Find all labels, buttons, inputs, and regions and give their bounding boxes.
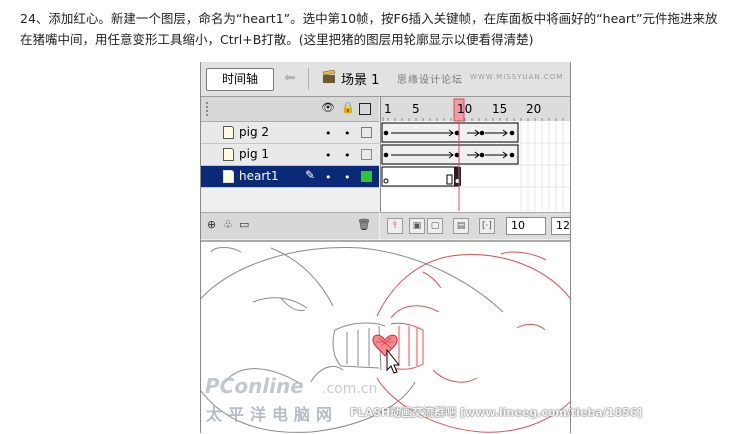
outline-square-icon[interactable] bbox=[361, 149, 372, 160]
add-guide-layer-icon[interactable]: ♧ bbox=[223, 218, 233, 231]
eye-icon[interactable]: 👁 bbox=[321, 101, 335, 114]
timeline-button[interactable]: 时间轴 bbox=[206, 68, 274, 91]
trash-icon[interactable]: 🗑 bbox=[357, 218, 371, 231]
frames-svg: 1 5 10 15 20 bbox=[381, 97, 570, 211]
layer-icon bbox=[223, 126, 234, 139]
layer-name: heart1 bbox=[239, 169, 279, 183]
onion-markers-icon[interactable]: [·] bbox=[479, 218, 495, 234]
lock-dot[interactable]: • bbox=[344, 127, 351, 140]
frame-number: 15 bbox=[492, 102, 507, 116]
pconline-cn-watermark: 太平洋电脑网 bbox=[206, 405, 339, 424]
heart-shape[interactable] bbox=[372, 334, 398, 357]
scene-clapper-icon bbox=[322, 70, 336, 83]
lock-icon[interactable]: 🔒 bbox=[341, 101, 355, 114]
outline-square-icon[interactable] bbox=[361, 127, 372, 138]
toolbar-divider bbox=[308, 68, 309, 90]
edit-multiple-frames-icon[interactable]: ▤ bbox=[453, 218, 469, 234]
onion-outline-icon[interactable]: ▢ bbox=[427, 218, 443, 234]
frame-number: 5 bbox=[412, 102, 420, 116]
frame-rate-field: 12 bbox=[551, 217, 570, 235]
visibility-dot[interactable]: • bbox=[325, 171, 332, 184]
layer-name: pig 1 bbox=[239, 147, 270, 161]
layer-footer: ⊕ ♧ ▭ 🗑 bbox=[201, 212, 379, 239]
edit-bar: 时间轴 ⬅ 场景 1 思缘设计论坛 WWW.MISSYUAN.COM bbox=[201, 62, 570, 97]
layer-row-pig2[interactable]: pig 2 • • bbox=[201, 122, 379, 144]
layer-row-pig1[interactable]: pig 1 • • bbox=[201, 144, 379, 166]
forum-watermark: 思缘设计论坛 bbox=[397, 75, 463, 86]
pconline-domain-suffix: .com.cn bbox=[322, 381, 378, 397]
visibility-dot[interactable]: • bbox=[325, 149, 332, 162]
site-watermark: WWW.MISSYUAN.COM bbox=[470, 73, 564, 81]
visibility-dot[interactable]: • bbox=[325, 127, 332, 140]
layer-row-heart1[interactable]: heart1 ✎ • • bbox=[201, 166, 379, 188]
credit-watermark: FLASH动画交流群吧 [www.lineeg.com/tieba/1856] bbox=[350, 406, 643, 419]
outline-square-icon[interactable] bbox=[361, 171, 372, 182]
onion-skin-icon[interactable]: ▣ bbox=[409, 218, 425, 234]
frame-number: 10 bbox=[457, 102, 472, 116]
lock-dot[interactable]: • bbox=[344, 149, 351, 162]
add-folder-icon[interactable]: ▭ bbox=[239, 218, 249, 231]
add-layer-icon[interactable]: ⊕ bbox=[207, 218, 216, 231]
lock-dot[interactable]: • bbox=[344, 171, 351, 184]
frames-footer: ⫯ ▣ ▢ ▤ [·] 10 12 bbox=[380, 212, 570, 239]
layer-header: 👁 🔒 bbox=[201, 97, 379, 122]
scene-label[interactable]: 场景 1 bbox=[341, 69, 379, 88]
outline-toggle-icon[interactable] bbox=[359, 103, 371, 115]
grip-handle[interactable] bbox=[206, 102, 212, 116]
layer-icon bbox=[223, 148, 234, 161]
pencil-icon: ✎ bbox=[305, 168, 316, 182]
frame-number: 1 bbox=[384, 102, 392, 116]
frame-number: 20 bbox=[526, 102, 541, 116]
layer-name: pig 2 bbox=[239, 125, 270, 139]
mouse-cursor-icon bbox=[386, 348, 401, 374]
pconline-watermark-logo: PConline bbox=[205, 374, 304, 398]
current-frame-field: 10 bbox=[506, 217, 546, 235]
back-arrow-icon[interactable]: ⬅ bbox=[284, 70, 296, 86]
instruction-text: 24、添加红心。新建一个图层，命名为“heart1”。选中第10帧，按F6插入关… bbox=[20, 11, 718, 47]
center-frame-icon[interactable]: ⫯ bbox=[387, 218, 403, 234]
layer-icon bbox=[223, 170, 234, 183]
